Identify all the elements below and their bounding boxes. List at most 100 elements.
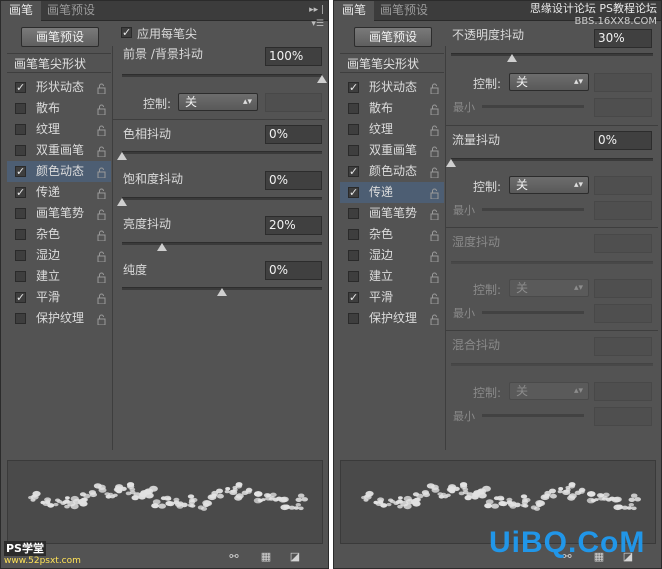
option-checkbox[interactable]: [348, 208, 359, 219]
grid-icon[interactable]: ▦: [259, 551, 273, 563]
brightness-jitter-value[interactable]: 20%: [265, 216, 322, 235]
fg-bg-jitter-slider[interactable]: [122, 74, 322, 77]
option-checkbox[interactable]: ✓: [15, 187, 26, 198]
option-checkbox[interactable]: [348, 103, 359, 114]
option-checkbox[interactable]: [15, 208, 26, 219]
new-preset-icon[interactable]: ◪: [288, 551, 302, 563]
saturation-jitter-value[interactable]: 0%: [265, 171, 322, 190]
brush-option-item[interactable]: 杂色: [340, 224, 444, 245]
option-checkbox[interactable]: ✓: [348, 82, 359, 93]
lock-icon[interactable]: [97, 312, 106, 333]
brush-option-item[interactable]: 纹理: [7, 119, 111, 140]
brush-option-item[interactable]: 散布: [7, 98, 111, 119]
option-checkbox[interactable]: [15, 271, 26, 282]
tab-brush[interactable]: 画笔: [1, 1, 42, 21]
minimum-field[interactable]: [594, 407, 652, 426]
toggle-bristle-preview-icon[interactable]: ⚯: [227, 551, 241, 563]
option-checkbox[interactable]: [348, 313, 359, 324]
tab-brush-presets[interactable]: 画笔预设: [372, 1, 436, 20]
minimum-slider[interactable]: [482, 311, 584, 314]
purity-value[interactable]: 0%: [265, 261, 322, 280]
brightness-jitter-thumb[interactable]: [157, 243, 167, 251]
minimum-field[interactable]: [594, 304, 652, 323]
hue-jitter-value[interactable]: 0%: [265, 125, 322, 144]
hue-jitter-slider[interactable]: [122, 151, 322, 154]
flow-jitter-value[interactable]: 0%: [594, 131, 652, 150]
option-checkbox[interactable]: [348, 229, 359, 240]
brush-option-item[interactable]: 保护纹理: [340, 308, 444, 329]
fg-bg-jitter-thumb[interactable]: [317, 75, 327, 83]
minimum-field[interactable]: [594, 201, 652, 220]
option-checkbox[interactable]: ✓: [15, 166, 26, 177]
brush-option-item[interactable]: 双重画笔: [7, 140, 111, 161]
minimum-slider[interactable]: [482, 414, 584, 417]
mix-jitter-value[interactable]: [594, 337, 652, 356]
brush-option-item[interactable]: 建立: [340, 266, 444, 287]
apply-per-tip-checkbox[interactable]: ✓: [121, 27, 132, 38]
mix-jitter-slider[interactable]: [451, 363, 653, 366]
brush-option-item[interactable]: ✓ 传递: [7, 182, 111, 203]
brush-option-item[interactable]: 双重画笔: [340, 140, 444, 161]
brush-option-item[interactable]: ✓ 传递: [340, 182, 444, 203]
option-checkbox[interactable]: [348, 124, 359, 135]
option-checkbox[interactable]: [348, 250, 359, 261]
minimum-field[interactable]: [594, 98, 652, 117]
saturation-jitter-slider[interactable]: [122, 197, 322, 200]
brush-option-item[interactable]: ✓ 平滑: [340, 287, 444, 308]
minimum-slider[interactable]: [482, 208, 584, 211]
option-checkbox[interactable]: ✓: [348, 187, 359, 198]
control-select[interactable]: 关 ▴▾: [509, 279, 589, 297]
purity-thumb[interactable]: [217, 288, 227, 296]
brush-tip-shape-item[interactable]: 画笔笔尖形状: [7, 53, 111, 73]
brush-presets-button[interactable]: 画笔预设: [21, 27, 99, 47]
brush-presets-button[interactable]: 画笔预设: [354, 27, 432, 47]
brush-option-item[interactable]: 湿边: [340, 245, 444, 266]
option-checkbox[interactable]: [15, 313, 26, 324]
lock-icon[interactable]: [430, 312, 439, 333]
option-checkbox[interactable]: [348, 271, 359, 282]
option-checkbox[interactable]: ✓: [348, 166, 359, 177]
brush-option-item[interactable]: ✓ 平滑: [7, 287, 111, 308]
panel-menu-icon[interactable]: ▸▸ | ▾☰: [294, 3, 324, 29]
option-checkbox[interactable]: [15, 145, 26, 156]
brush-option-item[interactable]: 保护纹理: [7, 308, 111, 329]
option-checkbox[interactable]: ✓: [15, 292, 26, 303]
brush-option-item[interactable]: ✓ 形状动态: [340, 77, 444, 98]
flow-jitter-thumb[interactable]: [446, 159, 456, 167]
control-select[interactable]: 关 ▴▾: [509, 382, 589, 400]
option-checkbox[interactable]: [15, 250, 26, 261]
option-checkbox[interactable]: [15, 229, 26, 240]
opacity-jitter-slider[interactable]: [451, 53, 653, 56]
brush-option-item[interactable]: ✓ 形状动态: [7, 77, 111, 98]
control-select[interactable]: 关 ▴▾: [509, 176, 589, 194]
wetness-jitter-slider[interactable]: [451, 261, 653, 264]
saturation-jitter-thumb[interactable]: [117, 198, 127, 206]
fg-bg-jitter-value[interactable]: 100%: [265, 47, 322, 66]
brush-option-item[interactable]: ✓ 颜色动态: [7, 161, 111, 182]
option-checkbox[interactable]: ✓: [15, 82, 26, 93]
tab-brush-presets[interactable]: 画笔预设: [39, 1, 103, 20]
option-checkbox[interactable]: [15, 124, 26, 135]
tab-brush[interactable]: 画笔: [334, 1, 375, 21]
wetness-jitter-value[interactable]: [594, 234, 652, 253]
brush-option-item[interactable]: 建立: [7, 266, 111, 287]
brightness-jitter-slider[interactable]: [122, 242, 322, 245]
brush-option-item[interactable]: 纹理: [340, 119, 444, 140]
brush-option-item[interactable]: ✓ 颜色动态: [340, 161, 444, 182]
flow-jitter-slider[interactable]: [451, 158, 653, 161]
brush-tip-shape-item[interactable]: 画笔笔尖形状: [340, 53, 444, 73]
hue-jitter-thumb[interactable]: [117, 152, 127, 160]
brush-option-item[interactable]: 画笔笔势: [7, 203, 111, 224]
brush-option-item[interactable]: 湿边: [7, 245, 111, 266]
option-checkbox[interactable]: [15, 103, 26, 114]
brush-option-item[interactable]: 画笔笔势: [340, 203, 444, 224]
brush-option-item[interactable]: 散布: [340, 98, 444, 119]
opacity-jitter-thumb[interactable]: [507, 54, 517, 62]
control-select[interactable]: 关 ▴▾: [178, 93, 258, 111]
brush-option-item[interactable]: 杂色: [7, 224, 111, 245]
minimum-slider[interactable]: [482, 105, 584, 108]
control-select[interactable]: 关 ▴▾: [509, 73, 589, 91]
option-checkbox[interactable]: [348, 145, 359, 156]
opacity-jitter-value[interactable]: 30%: [594, 29, 652, 48]
option-checkbox[interactable]: ✓: [348, 292, 359, 303]
